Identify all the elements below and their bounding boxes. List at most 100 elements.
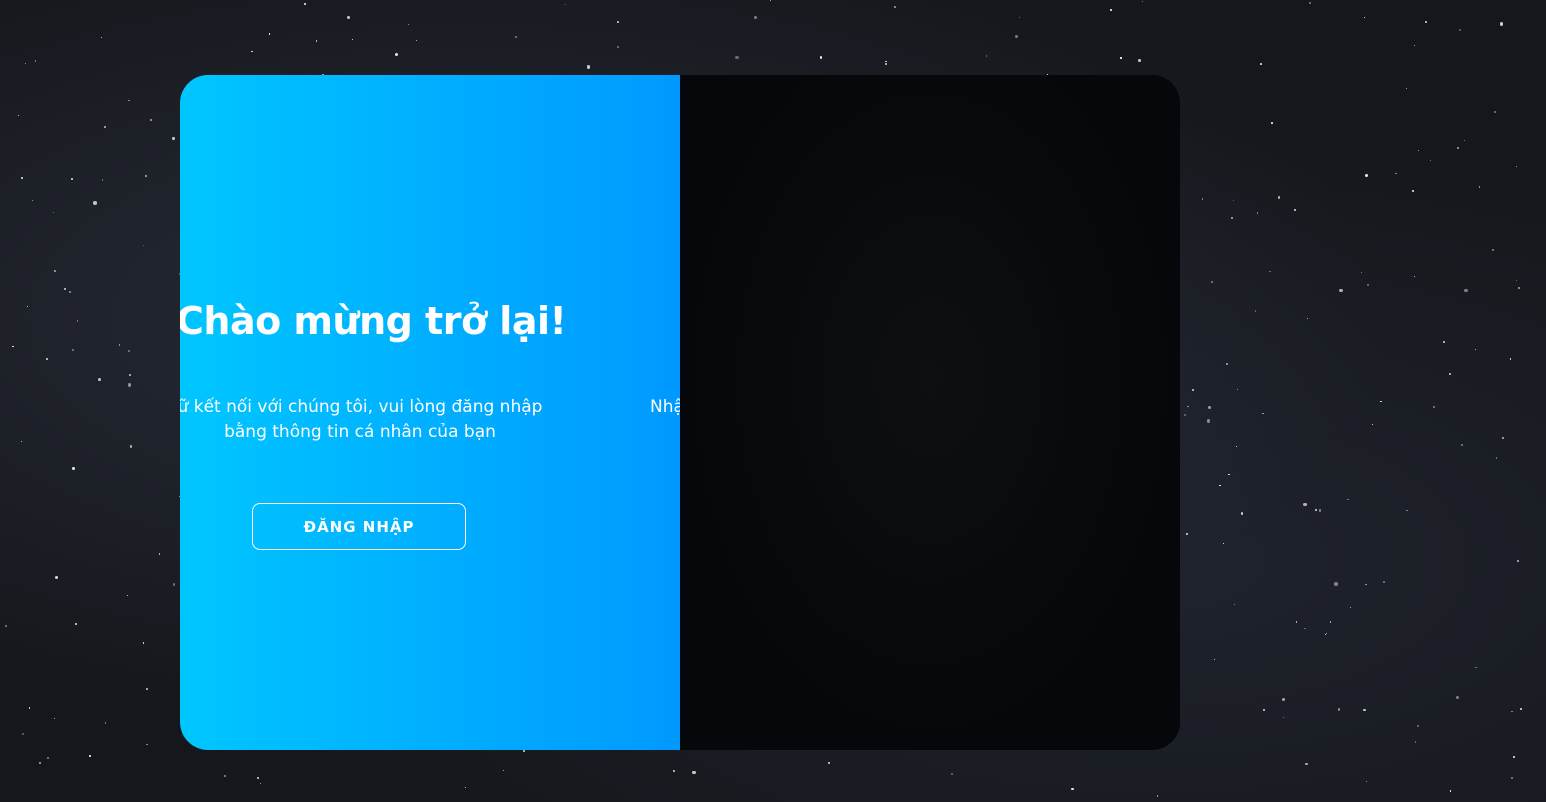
star-dot <box>20 177 23 180</box>
star-dot <box>346 15 350 19</box>
star-dot <box>1233 604 1235 606</box>
star-dot <box>1460 443 1463 446</box>
star-dot <box>12 345 14 348</box>
star-dot <box>1442 340 1445 343</box>
star-dot <box>118 344 121 346</box>
star-dot <box>1372 423 1374 425</box>
star-dot <box>146 688 148 690</box>
star-dot <box>1334 582 1338 586</box>
star-dot <box>28 707 31 709</box>
star-dot <box>894 5 896 8</box>
star-dot <box>143 642 145 644</box>
star-dot <box>1223 543 1225 545</box>
star-dot <box>1241 512 1244 515</box>
star-dot <box>1271 121 1274 124</box>
star-dot <box>26 306 28 308</box>
star-dot <box>47 756 50 759</box>
star-dot <box>753 15 758 20</box>
star-dot <box>1366 283 1369 286</box>
star-dot <box>616 21 619 23</box>
star-dot <box>1262 412 1264 415</box>
star-dot <box>93 201 97 205</box>
star-dot <box>523 750 525 752</box>
star-dot <box>1232 199 1235 202</box>
star-dot <box>1268 270 1271 273</box>
star-dot <box>1305 763 1308 766</box>
star-dot <box>1211 281 1213 283</box>
star-dot <box>1337 708 1341 711</box>
star-dot <box>1303 502 1307 506</box>
star-dot <box>692 770 696 775</box>
star-dot <box>1364 174 1368 178</box>
star-dot <box>1459 28 1462 31</box>
star-dot <box>128 383 132 387</box>
star-dot <box>1478 186 1481 188</box>
star-dot <box>885 60 887 63</box>
star-dot <box>1309 2 1312 4</box>
star-dot <box>1213 658 1216 661</box>
star-dot <box>1364 16 1366 19</box>
star-dot <box>1417 149 1420 152</box>
star-dot <box>1303 627 1306 630</box>
star-dot <box>223 774 227 777</box>
star-dot <box>1014 34 1019 38</box>
star-dot <box>101 179 104 181</box>
star-dot <box>304 3 306 5</box>
star-dot <box>1413 275 1416 278</box>
star-dot <box>1511 710 1513 713</box>
star-dot <box>1120 57 1122 59</box>
star-dot <box>1502 437 1504 439</box>
star-dot <box>53 717 56 720</box>
star-dot <box>1191 389 1194 392</box>
star-dot <box>54 575 59 580</box>
star-dot <box>71 466 75 470</box>
star-dot <box>1509 358 1512 360</box>
star-dot <box>1235 445 1238 448</box>
star-dot <box>1306 317 1309 320</box>
star-dot <box>1511 777 1514 780</box>
star-dot <box>395 52 399 57</box>
star-dot <box>407 23 409 25</box>
star-dot <box>1360 271 1362 273</box>
star-dot <box>1406 509 1408 512</box>
star-dot <box>145 175 147 177</box>
star-dot <box>1380 400 1383 403</box>
star-dot <box>158 553 161 555</box>
star-dot <box>1448 372 1451 375</box>
star-dot <box>100 36 103 39</box>
star-dot <box>171 137 175 140</box>
star-dot <box>256 776 259 779</box>
star-dot <box>1071 787 1074 790</box>
star-dot <box>70 177 73 180</box>
star-dot <box>1187 405 1189 408</box>
star-dot <box>464 786 466 789</box>
star-dot <box>268 33 271 35</box>
star-dot <box>1318 509 1321 512</box>
star-dot <box>1492 249 1495 251</box>
star-dot <box>35 60 37 62</box>
star-dot <box>104 722 107 724</box>
star-dot <box>20 440 23 443</box>
star-dot <box>1406 88 1408 90</box>
star-dot <box>24 62 27 65</box>
star-dot <box>1350 606 1352 609</box>
star-dot <box>129 373 131 376</box>
star-dot <box>89 755 92 757</box>
star-dot <box>1262 708 1265 711</box>
star-dot <box>1219 484 1221 487</box>
star-dot <box>1228 473 1230 476</box>
star-dot <box>259 782 262 785</box>
star-dot <box>1207 405 1212 409</box>
star-dot <box>1315 509 1318 512</box>
star-dot <box>673 770 675 772</box>
star-dot <box>46 358 49 361</box>
star-dot <box>1415 741 1417 743</box>
star-dot <box>22 732 25 735</box>
star-dot <box>1429 159 1432 162</box>
star-dot <box>769 0 771 2</box>
login-button[interactable]: ĐĂNG NHẬP <box>252 503 466 550</box>
star-dot <box>64 288 66 290</box>
star-dot <box>1326 633 1328 635</box>
star-dot <box>1202 198 1204 200</box>
welcome-message: ữ kết nối với chúng tôi, vui lòng đăng n… <box>180 397 543 442</box>
